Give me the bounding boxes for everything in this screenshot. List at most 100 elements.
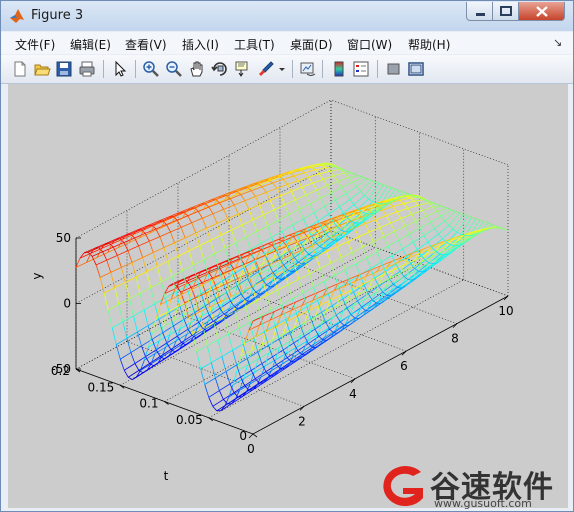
surface-mesh-line [273, 209, 279, 221]
surface-mesh-line [356, 186, 361, 192]
surface-mesh-line [121, 262, 133, 268]
surface-mesh-line [143, 303, 155, 311]
surface-mesh-line [263, 209, 275, 216]
menu-window[interactable]: 窗口(W) [347, 36, 392, 53]
surface-mesh-line [299, 209, 304, 219]
surface-mesh-line [139, 287, 151, 294]
colorbar-icon[interactable] [330, 60, 348, 78]
surface-mesh-line [188, 250, 194, 266]
surface-mesh-line [142, 370, 148, 374]
surface-mesh-line [394, 231, 399, 241]
surface-mesh-line [150, 281, 162, 288]
surface-mesh-line [244, 196, 256, 202]
surface-mesh-line [170, 231, 175, 243]
surface-mesh-line [197, 211, 203, 219]
link-plot-icon[interactable] [299, 60, 317, 78]
surface-mesh-line [135, 276, 141, 294]
surface-mesh-line [159, 236, 165, 248]
menu-dock-arrow-icon[interactable]: ↘ [553, 36, 562, 49]
surface-mesh-line [212, 213, 218, 224]
surface-mesh-line [212, 209, 224, 215]
surface-mesh-line [388, 202, 394, 207]
surface-mesh-line [283, 179, 288, 185]
surface-mesh-line [383, 236, 389, 247]
menu-help[interactable]: 帮助(H) [408, 36, 450, 53]
surface-mesh-line [207, 339, 219, 346]
surface-mesh-line [338, 287, 344, 299]
minimize-button[interactable] [466, 2, 493, 21]
y-axis-label: y [30, 272, 44, 279]
surface-mesh-line [361, 306, 366, 311]
surface-mesh-line [255, 196, 260, 205]
zoom-out-icon[interactable] [165, 60, 183, 78]
surface-mesh-line [383, 230, 395, 237]
surface-mesh-line [200, 293, 206, 307]
zoom-in-icon[interactable] [142, 60, 160, 78]
surface-mesh-line [301, 186, 307, 196]
surface-mesh-line [153, 363, 158, 367]
menu-insert[interactable]: 插入(I) [182, 36, 219, 53]
pan-hand-icon[interactable] [188, 60, 206, 78]
surface-mesh-line [447, 207, 452, 211]
surface-mesh-line [249, 316, 261, 323]
show-plot-tools-icon[interactable] [407, 60, 425, 78]
hide-plot-tools-icon[interactable] [385, 60, 403, 78]
rotate-3d-icon[interactable] [211, 60, 229, 78]
surface-mesh-line [304, 169, 316, 174]
surface-mesh-line [248, 209, 254, 220]
brush-icon[interactable] [257, 60, 275, 78]
surface-mesh-line [123, 370, 129, 378]
menu-edit[interactable]: 编辑(E) [70, 36, 111, 53]
surface-mesh-line [487, 222, 493, 225]
surface-plot[interactable]: 024681000.050.10.150.2-50050ty [8, 84, 568, 508]
toolbar-separator [135, 60, 136, 78]
surface-mesh-line [118, 298, 130, 305]
surface-mesh-line [456, 231, 462, 235]
surface-mesh-line [448, 225, 454, 230]
surface-mesh-line [334, 269, 346, 276]
surface-mesh-line [333, 172, 345, 177]
surface-mesh-line [406, 196, 411, 199]
surface-mesh-line [131, 257, 143, 263]
surface-mesh-line [305, 194, 311, 204]
menu-tools[interactable]: 工具(T) [234, 36, 275, 53]
surface-mesh-line [285, 312, 297, 320]
data-cursor-icon[interactable] [234, 60, 252, 78]
legend-icon[interactable] [352, 60, 370, 78]
surface-mesh-line [352, 181, 357, 188]
surface-mesh-line [199, 239, 211, 246]
surface-mesh-line [231, 229, 237, 243]
close-button[interactable] [519, 2, 565, 21]
surface-mesh-line [303, 218, 308, 229]
save-icon[interactable] [55, 60, 73, 78]
open-file-icon[interactable] [33, 60, 51, 78]
surface-mesh-line [426, 215, 431, 223]
surface-mesh-line [315, 167, 326, 171]
maximize-icon [500, 6, 512, 16]
menu-view[interactable]: 查看(V) [125, 36, 167, 53]
surface-mesh-line [293, 172, 305, 177]
menu-file[interactable]: 文件(F) [15, 36, 55, 53]
maximize-button[interactable] [493, 2, 519, 21]
print-icon[interactable] [78, 60, 96, 78]
menu-desktop[interactable]: 桌面(D) [290, 36, 333, 53]
surface-mesh-line [137, 325, 149, 333]
surface-mesh-line [141, 345, 146, 357]
surface-mesh-line [503, 228, 509, 231]
new-figure-icon[interactable] [11, 60, 29, 78]
surface-mesh-line [264, 254, 270, 265]
surface-mesh-line [353, 204, 359, 210]
surface-mesh-line [282, 224, 294, 232]
surface-mesh-line [407, 204, 419, 209]
surface-mesh-line [274, 238, 279, 242]
surface-mesh-line [359, 175, 364, 178]
surface-mesh-line [302, 286, 314, 294]
select-arrow-icon[interactable] [111, 60, 129, 78]
surface-mesh-line [390, 218, 402, 224]
surface-mesh-line [434, 220, 446, 229]
surface-mesh-line [178, 250, 190, 257]
surface-mesh-line [198, 206, 210, 212]
brush-dropdown-icon[interactable] [278, 60, 287, 78]
surface-mesh-line [122, 321, 128, 339]
surface-mesh-line [269, 195, 281, 201]
